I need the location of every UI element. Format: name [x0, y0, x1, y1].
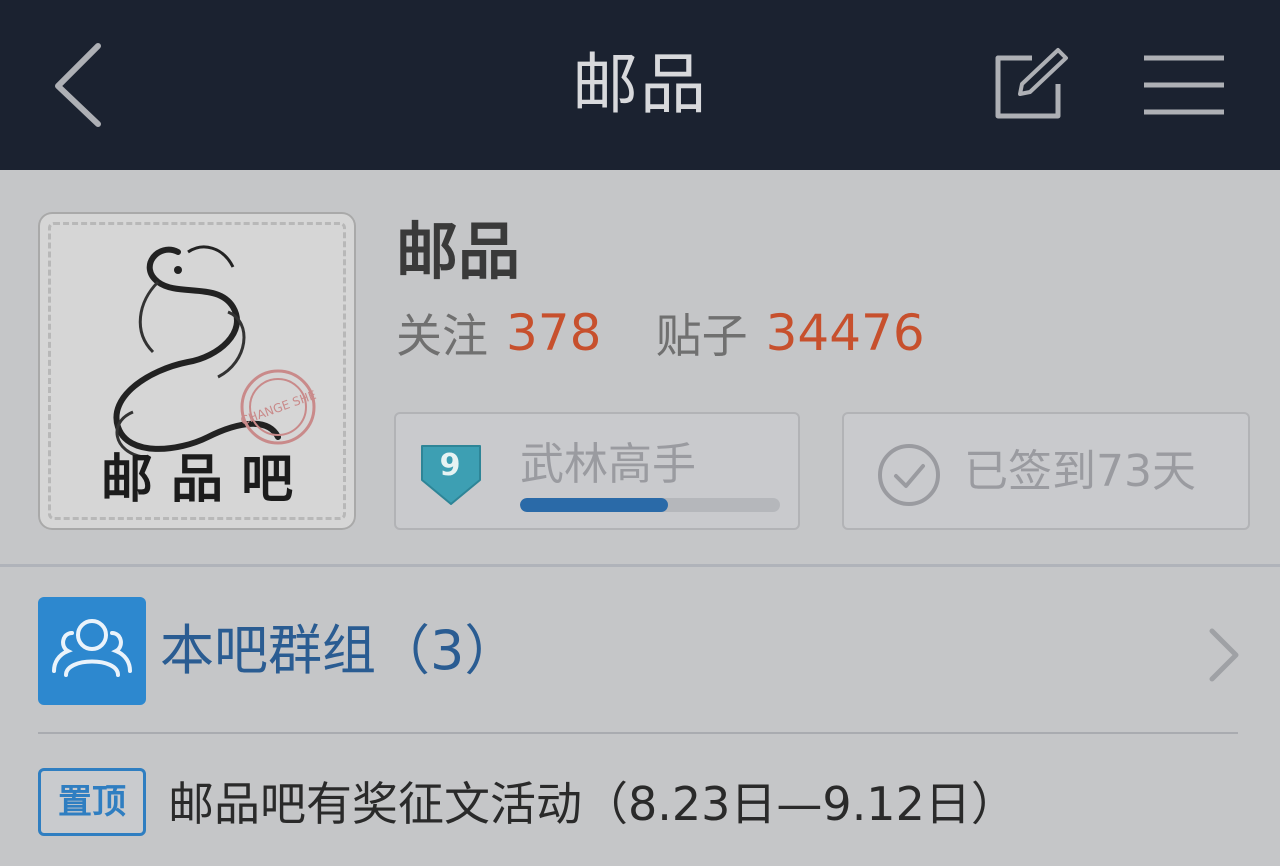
- compose-button[interactable]: [986, 44, 1072, 126]
- group-icon-tile: [38, 597, 146, 705]
- follow-label: 关注: [396, 309, 488, 363]
- check-circle-icon: [878, 444, 940, 506]
- level-progress-bar: [520, 498, 780, 512]
- level-title: 武林高手: [520, 439, 696, 490]
- menu-button[interactable]: [1136, 50, 1232, 120]
- pinned-post-row[interactable]: 置顶 邮品吧有奖征文活动（8.23日—9.12日）: [0, 734, 1280, 866]
- group-label: 本吧群组（3）: [160, 619, 519, 682]
- level-badge: 9: [416, 440, 486, 510]
- follow-count: 378: [506, 304, 602, 362]
- avatar-caption: 邮 品 吧: [101, 450, 293, 510]
- hamburger-menu-icon: [1144, 55, 1224, 115]
- chevron-right-icon: [1209, 628, 1239, 682]
- level-number: 9: [439, 448, 461, 483]
- posts-count: 34476: [765, 304, 925, 362]
- pinned-post-title: 邮品吧有奖征文活动（8.23日—9.12日）: [168, 777, 1017, 831]
- page-title: 邮品: [572, 46, 708, 123]
- signin-label: 已签到73天: [964, 446, 1196, 497]
- signin-button[interactable]: 已签到73天: [842, 412, 1250, 530]
- level-card[interactable]: 9 武林高手: [394, 412, 800, 530]
- forum-name: 邮品: [396, 215, 521, 288]
- group-people-icon: [52, 619, 132, 677]
- level-progress-fill: [520, 498, 669, 512]
- forum-header: CHANGE SHE 邮 品 吧 邮品 关注 378 贴子 34476 9 武林高手…: [0, 172, 1280, 564]
- pinned-badge: 置顶: [38, 768, 146, 836]
- navbar: 邮品: [0, 0, 1280, 170]
- forum-groups-row[interactable]: 本吧群组（3）: [0, 567, 1280, 733]
- forum-avatar[interactable]: CHANGE SHE 邮 品 吧: [38, 212, 356, 530]
- posts-label: 贴子: [655, 309, 748, 363]
- dragon-logo: CHANGE SHE 邮 品 吧: [101, 245, 318, 510]
- forum-stats: 关注 378 贴子 34476: [396, 300, 925, 364]
- compose-icon: [995, 48, 1068, 119]
